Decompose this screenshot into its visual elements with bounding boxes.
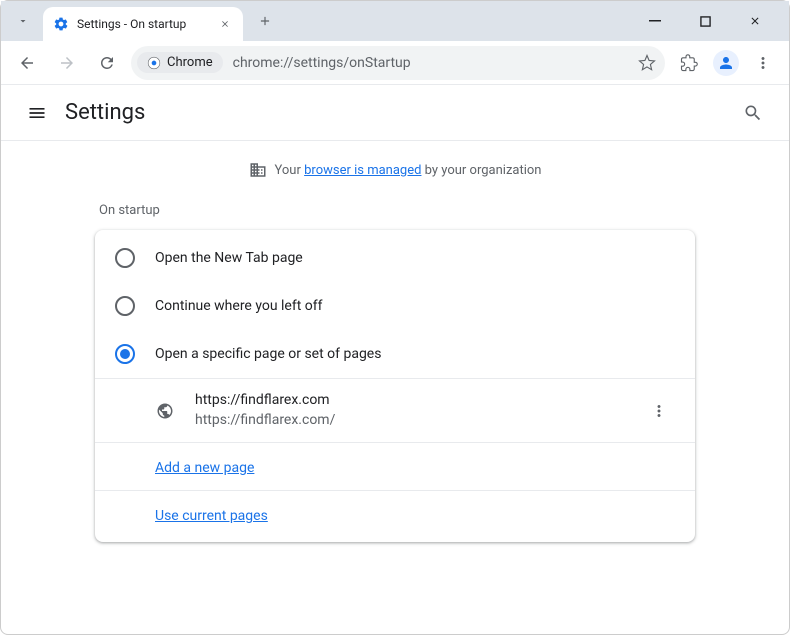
startup-page-item: https://findflarex.com https://findflare… (95, 378, 695, 442)
dots-vertical-icon (650, 402, 668, 420)
managed-link[interactable]: browser is managed (304, 163, 421, 178)
gear-icon (53, 16, 69, 32)
new-tab-button[interactable] (251, 7, 279, 35)
star-icon (638, 54, 656, 72)
toolbar: Chrome (1, 41, 789, 85)
building-icon (249, 161, 267, 179)
close-icon (749, 15, 761, 27)
dots-vertical-icon (754, 54, 772, 72)
add-page-row: Add a new page (95, 442, 695, 490)
reload-icon (98, 54, 116, 72)
search-icon (743, 103, 763, 123)
avatar-icon (717, 54, 735, 72)
minimize-icon (649, 15, 661, 27)
radio-specific-pages[interactable]: Open a specific page or set of pages (95, 330, 695, 378)
chrome-menu-button[interactable] (747, 47, 779, 79)
page-item-url: https://findflarex.com/ (195, 411, 643, 431)
radio-icon (115, 344, 135, 364)
page-favicon (155, 401, 175, 421)
back-button[interactable] (11, 47, 43, 79)
close-icon (220, 19, 230, 29)
radio-icon (115, 248, 135, 268)
use-current-row: Use current pages (95, 490, 695, 538)
tab-close-button[interactable] (217, 16, 233, 32)
hamburger-icon (27, 103, 47, 123)
reload-button[interactable] (91, 47, 123, 79)
startup-card: Open the New Tab page Continue where you… (95, 230, 695, 542)
site-chip-label: Chrome (167, 55, 213, 70)
menu-button[interactable] (17, 93, 57, 133)
arrow-right-icon (58, 54, 76, 72)
settings-header: Settings (1, 85, 789, 141)
window-controls (639, 5, 781, 37)
radio-icon (115, 296, 135, 316)
minimize-button[interactable] (639, 5, 671, 37)
search-button[interactable] (733, 93, 773, 133)
radio-new-tab[interactable]: Open the New Tab page (95, 234, 695, 282)
close-window-button[interactable] (739, 5, 771, 37)
page-info: https://findflarex.com https://findflare… (195, 391, 643, 430)
use-current-link[interactable]: Use current pages (155, 508, 268, 524)
globe-icon (156, 402, 174, 420)
radio-label: Open a specific page or set of pages (155, 346, 381, 362)
forward-button[interactable] (51, 47, 83, 79)
chrome-logo-icon (147, 56, 161, 70)
page-item-title: https://findflarex.com (195, 391, 643, 411)
titlebar: Settings - On startup (1, 1, 789, 41)
startup-section: On startup Open the New Tab page Continu… (55, 191, 735, 542)
maximize-button[interactable] (689, 5, 721, 37)
tabs-dropdown-button[interactable] (9, 7, 37, 35)
chevron-down-icon (17, 15, 29, 27)
bookmark-button[interactable] (633, 49, 661, 77)
managed-text: Your browser is managed by your organiza… (275, 163, 542, 178)
plus-icon (258, 14, 272, 28)
puzzle-icon (680, 54, 698, 72)
section-title: On startup (95, 191, 695, 230)
add-page-link[interactable]: Add a new page (155, 460, 254, 476)
browser-tab[interactable]: Settings - On startup (43, 7, 243, 41)
content: Your browser is managed by your organiza… (1, 141, 789, 550)
radio-continue[interactable]: Continue where you left off (95, 282, 695, 330)
managed-banner: Your browser is managed by your organiza… (1, 149, 789, 191)
omnibox[interactable]: Chrome (131, 46, 665, 80)
extensions-button[interactable] (673, 47, 705, 79)
page-item-menu-button[interactable] (643, 395, 675, 427)
page-title: Settings (65, 100, 145, 125)
maximize-icon (700, 16, 711, 27)
profile-button[interactable] (713, 50, 739, 76)
site-chip[interactable]: Chrome (137, 52, 223, 73)
radio-label: Open the New Tab page (155, 250, 303, 266)
arrow-left-icon (18, 54, 36, 72)
radio-label: Continue where you left off (155, 298, 323, 314)
tab-title: Settings - On startup (77, 17, 211, 31)
url-input[interactable] (223, 55, 633, 71)
